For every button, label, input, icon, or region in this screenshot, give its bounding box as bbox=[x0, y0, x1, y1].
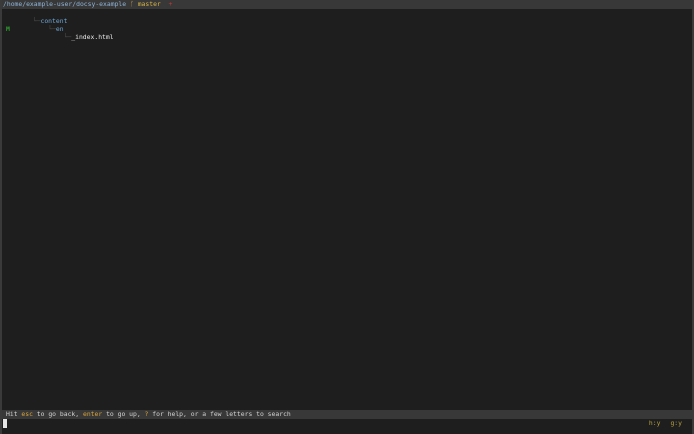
gitignore-flag: g:y bbox=[670, 419, 682, 427]
hidden-files-flag: h:y bbox=[648, 419, 661, 427]
file-label[interactable]: _index.html bbox=[71, 33, 113, 41]
tree-item-index-html[interactable]: M └─_index.html bbox=[2, 25, 692, 41]
status-text: Hit bbox=[6, 410, 22, 418]
key-esc: esc bbox=[21, 410, 33, 418]
path-header: /home/example-user/docsy-example ᚴ maste… bbox=[2, 0, 692, 9]
git-status-mark: M bbox=[6, 25, 10, 33]
flags-indicator: h:y g:y bbox=[649, 419, 682, 428]
tree-item-en[interactable]: └─en bbox=[2, 17, 692, 33]
git-branch-name: master bbox=[137, 0, 161, 8]
file-tree: └─content └─en M └─_index.html bbox=[2, 9, 692, 41]
tree-guide: └─ bbox=[25, 33, 72, 41]
git-branch-icon: ᚴ bbox=[129, 0, 134, 8]
status-text: to go up, bbox=[102, 410, 145, 418]
status-text: for help, or a few letters to search bbox=[148, 410, 291, 418]
terminal-window: /home/example-user/docsy-example ᚴ maste… bbox=[2, 0, 692, 434]
help-status-bar: Hit esc to go back, enter to go up, ? fo… bbox=[2, 410, 692, 419]
tree-item-content[interactable]: └─content bbox=[2, 9, 692, 25]
search-input-line[interactable]: h:y g:y bbox=[2, 419, 692, 428]
git-dirty-indicator: + bbox=[168, 0, 173, 8]
text-cursor[interactable] bbox=[3, 419, 7, 428]
status-text: to go back, bbox=[32, 410, 83, 418]
current-path[interactable]: /home/example-user/docsy-example bbox=[3, 0, 126, 8]
key-enter: enter bbox=[82, 410, 103, 418]
